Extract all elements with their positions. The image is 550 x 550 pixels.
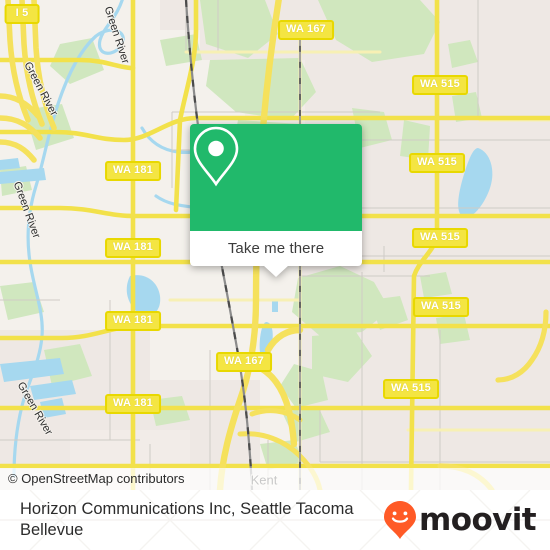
callout-tail xyxy=(263,265,289,277)
highway-shield: WA 181 xyxy=(105,238,161,258)
location-pin-icon xyxy=(193,126,239,187)
callout-action-area[interactable]: Take me there xyxy=(190,231,362,277)
highway-shield: WA 181 xyxy=(105,161,161,181)
map-canvas[interactable]: I 5 WA 167 WA 515 WA 181 WA 515 WA 181 WA 515 W… xyxy=(0,0,550,490)
highway-shield: WA 515 xyxy=(413,297,469,317)
highway-shield: WA 167 xyxy=(278,20,334,40)
highway-shield: WA 515 xyxy=(383,379,439,399)
map-screenshot: I 5 WA 167 WA 515 WA 181 WA 515 WA 181 WA 515 W… xyxy=(0,0,550,550)
moovit-brand[interactable]: moovit xyxy=(383,500,537,540)
osm-attribution[interactable]: © OpenStreetMap contributors xyxy=(0,468,550,490)
callout-action-label: Take me there xyxy=(227,240,325,257)
take-me-there-callout[interactable]: Take me there xyxy=(190,124,362,277)
highway-shield: WA 515 xyxy=(412,75,468,95)
location-title: Horizon Communications Inc, Seattle Taco… xyxy=(20,500,354,539)
highway-shield: WA 515 xyxy=(412,228,468,248)
highway-shield: WA 167 xyxy=(216,352,272,372)
highway-shield: WA 515 xyxy=(409,153,465,173)
highway-shield: WA 181 xyxy=(105,311,161,331)
moovit-smiley-pin-icon xyxy=(384,501,417,539)
callout-pin-area xyxy=(190,124,362,231)
moovit-wordmark: moovit xyxy=(419,501,537,538)
footer-bar: Horizon Communications Inc, Seattle Taco… xyxy=(0,490,550,550)
highway-shield: I 5 xyxy=(4,4,40,24)
highway-shield: WA 181 xyxy=(105,394,161,414)
